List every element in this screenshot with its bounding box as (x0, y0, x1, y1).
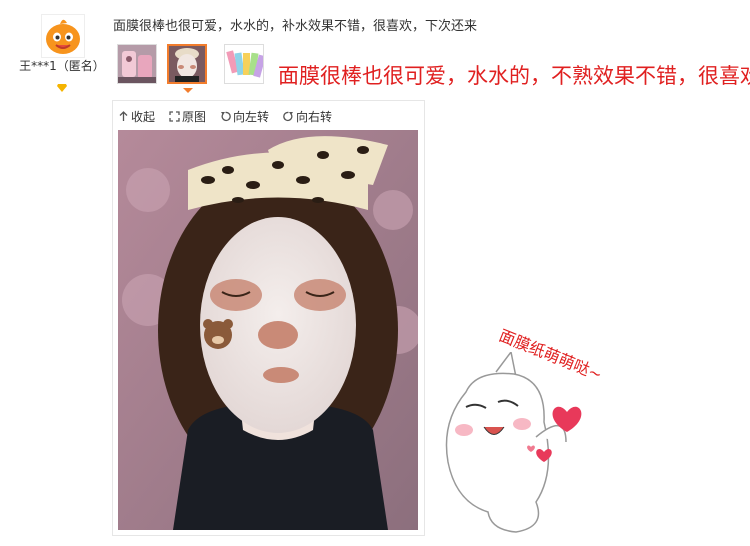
active-thumbnail-indicator (183, 88, 193, 93)
image-toolbar: 收起 原图 向左转 向右转 (118, 108, 332, 125)
review-photo[interactable] (118, 130, 418, 530)
rotate-right-label: 向右转 (296, 110, 333, 124)
rotate-right-button[interactable]: 向右转 (283, 108, 332, 125)
rotate-right-icon (283, 111, 294, 122)
avatar[interactable] (41, 14, 85, 58)
original-image-button[interactable]: 原图 (169, 108, 206, 125)
collapse-button[interactable]: 收起 (118, 108, 155, 125)
rotate-left-label: 向左转 (233, 110, 270, 124)
username: 王***1（匿名） (19, 59, 105, 73)
original-label: 原图 (182, 110, 207, 124)
review-thumbnail-2[interactable] (167, 44, 207, 84)
cartoon-sticker (436, 350, 596, 542)
overlay-caption: 面膜很棒也很可爱，水水的，不熟效果不错，很喜欢 (278, 64, 750, 88)
arrow-up-icon (119, 111, 128, 121)
review-text: 面膜很棒也很可爱，水水的，补水效果不错，很喜欢，下次还来 (113, 19, 478, 34)
diamond-icon (57, 77, 67, 92)
rotate-left-button[interactable]: 向左转 (220, 108, 269, 125)
review-thumbnail-1[interactable] (117, 44, 157, 84)
fullscreen-icon (169, 111, 180, 122)
review-thumbnail-3[interactable] (224, 44, 264, 84)
rotate-left-icon (221, 111, 231, 122)
collapse-label: 收起 (131, 110, 156, 124)
